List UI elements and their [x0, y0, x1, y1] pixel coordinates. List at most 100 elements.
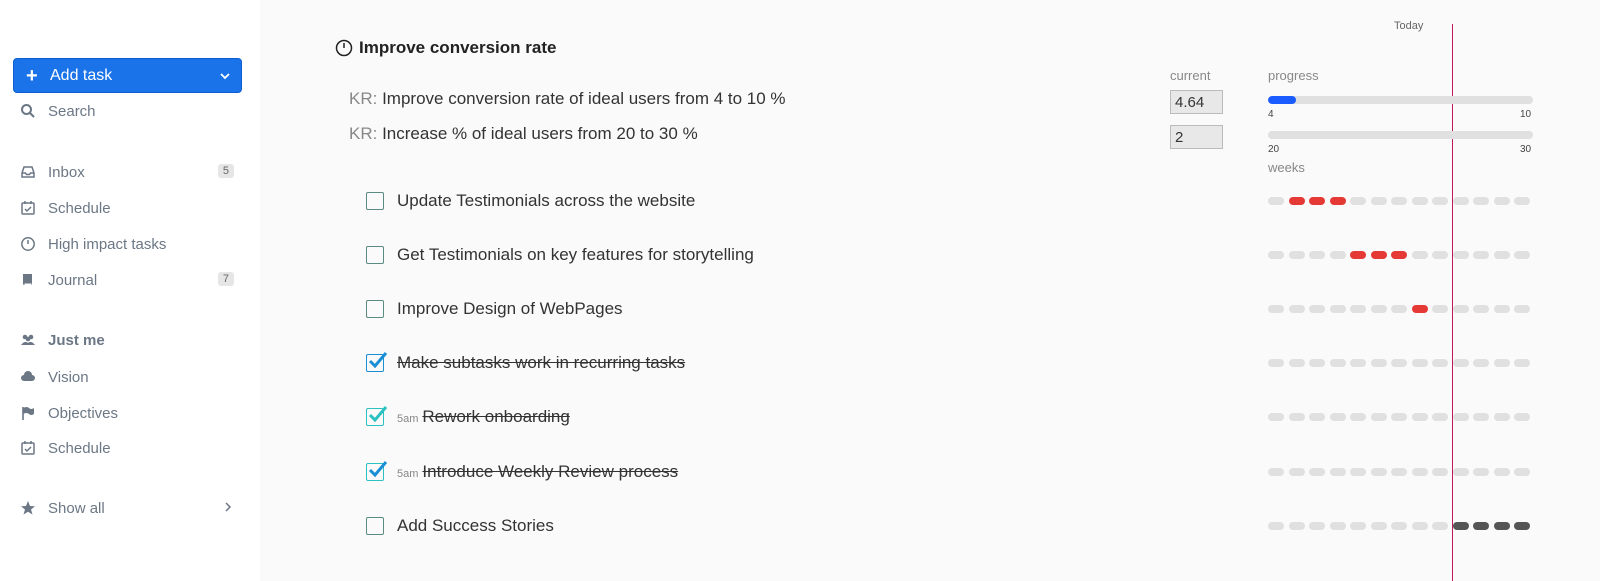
chevron-down-icon[interactable]	[219, 70, 231, 82]
search-item[interactable]: Search	[20, 98, 240, 124]
week-slot[interactable]	[1514, 305, 1530, 313]
week-slot[interactable]	[1514, 468, 1530, 476]
week-slot[interactable]	[1432, 522, 1448, 530]
week-slot[interactable]	[1514, 359, 1530, 367]
sidebar-item-objectives[interactable]: Objectives	[20, 400, 240, 426]
week-slot[interactable]	[1268, 251, 1284, 259]
week-slot[interactable]	[1514, 197, 1530, 205]
week-slot[interactable]	[1288, 359, 1305, 367]
week-slot[interactable]	[1288, 468, 1305, 476]
week-slot[interactable]	[1473, 522, 1489, 530]
week-slot[interactable]	[1411, 305, 1428, 313]
week-slot[interactable]	[1329, 359, 1346, 367]
week-slot[interactable]	[1391, 305, 1407, 313]
week-slot[interactable]	[1268, 305, 1284, 313]
task-checkbox[interactable]	[366, 352, 388, 372]
week-slot[interactable]	[1473, 251, 1489, 259]
week-slot[interactable]	[1493, 413, 1510, 421]
week-slot[interactable]	[1493, 197, 1510, 205]
key-result[interactable]: KR: Improve conversion rate of ideal use…	[349, 89, 786, 109]
week-slot[interactable]	[1370, 305, 1387, 313]
task-row[interactable]: Get Testimonials on key features for sto…	[366, 240, 754, 270]
week-slot[interactable]	[1432, 305, 1448, 313]
week-slot[interactable]	[1473, 197, 1489, 205]
week-slot[interactable]	[1329, 468, 1346, 476]
week-slot[interactable]	[1493, 305, 1510, 313]
week-slot[interactable]	[1288, 197, 1305, 205]
week-slot[interactable]	[1329, 522, 1346, 530]
week-slot[interactable]	[1309, 305, 1325, 313]
week-slot[interactable]	[1411, 413, 1428, 421]
week-slot[interactable]	[1391, 251, 1407, 259]
week-slot[interactable]	[1473, 305, 1489, 313]
week-slot[interactable]	[1432, 359, 1448, 367]
week-slot[interactable]	[1329, 197, 1346, 205]
week-slot[interactable]	[1391, 359, 1407, 367]
key-result[interactable]: KR: Increase % of ideal users from 20 to…	[349, 124, 698, 144]
task-row[interactable]: Add Success Stories	[366, 511, 554, 541]
week-slot[interactable]	[1370, 251, 1387, 259]
week-slot[interactable]	[1493, 468, 1510, 476]
week-slot[interactable]	[1473, 413, 1489, 421]
week-slot[interactable]	[1288, 413, 1305, 421]
week-slot[interactable]	[1309, 197, 1325, 205]
task-checkbox[interactable]	[366, 517, 384, 535]
task-checkbox[interactable]	[366, 300, 384, 318]
sidebar-item-schedule-2[interactable]: Schedule	[20, 435, 240, 461]
week-slot[interactable]	[1432, 197, 1448, 205]
week-slot[interactable]	[1452, 197, 1469, 205]
week-slot[interactable]	[1329, 413, 1346, 421]
task-checkbox[interactable]	[366, 406, 388, 426]
week-slot[interactable]	[1268, 468, 1284, 476]
week-slot[interactable]	[1268, 413, 1284, 421]
week-slot[interactable]	[1452, 468, 1469, 476]
task-row[interactable]: Update Testimonials across the website	[366, 186, 695, 216]
week-slot[interactable]	[1514, 251, 1530, 259]
week-slot[interactable]	[1350, 359, 1366, 367]
week-slot[interactable]	[1391, 468, 1407, 476]
week-slot[interactable]	[1391, 522, 1407, 530]
week-slot[interactable]	[1452, 359, 1469, 367]
week-slot[interactable]	[1514, 413, 1530, 421]
week-slot[interactable]	[1329, 251, 1346, 259]
task-row[interactable]: Make subtasks work in recurring tasks	[366, 348, 685, 378]
week-slot[interactable]	[1350, 197, 1366, 205]
sidebar-item-high-impact[interactable]: High impact tasks	[20, 231, 240, 257]
week-slot[interactable]	[1350, 305, 1366, 313]
task-row[interactable]: 5am Rework onboarding	[366, 402, 570, 432]
week-slot[interactable]	[1268, 359, 1284, 367]
week-slot[interactable]	[1452, 413, 1469, 421]
week-slot[interactable]	[1309, 251, 1325, 259]
task-checkbox[interactable]	[366, 246, 384, 264]
week-slot[interactable]	[1370, 359, 1387, 367]
week-slot[interactable]	[1473, 468, 1489, 476]
week-slot[interactable]	[1288, 305, 1305, 313]
week-slot[interactable]	[1370, 197, 1387, 205]
sidebar-item-vision[interactable]: Vision	[20, 364, 240, 390]
week-slot[interactable]	[1411, 197, 1428, 205]
week-slot[interactable]	[1350, 522, 1366, 530]
week-slot[interactable]	[1411, 468, 1428, 476]
week-slot[interactable]	[1452, 305, 1469, 313]
sidebar-item-inbox[interactable]: Inbox 5	[20, 159, 240, 185]
week-slot[interactable]	[1370, 413, 1387, 421]
week-slot[interactable]	[1411, 359, 1428, 367]
week-slot[interactable]	[1432, 413, 1448, 421]
week-slot[interactable]	[1370, 522, 1387, 530]
week-slot[interactable]	[1411, 522, 1428, 530]
kr-current-input[interactable]	[1170, 90, 1223, 114]
week-slot[interactable]	[1493, 522, 1510, 530]
task-checkbox[interactable]	[366, 461, 388, 481]
week-slot[interactable]	[1493, 251, 1510, 259]
week-slot[interactable]	[1411, 251, 1428, 259]
week-slot[interactable]	[1268, 197, 1284, 205]
sidebar-item-journal[interactable]: Journal 7	[20, 267, 240, 293]
week-slot[interactable]	[1452, 251, 1469, 259]
week-slot[interactable]	[1350, 468, 1366, 476]
week-slot[interactable]	[1473, 359, 1489, 367]
week-slot[interactable]	[1432, 468, 1448, 476]
week-slot[interactable]	[1309, 359, 1325, 367]
show-all-item[interactable]: Show all	[20, 495, 240, 521]
week-slot[interactable]	[1370, 468, 1387, 476]
week-slot[interactable]	[1452, 522, 1469, 530]
